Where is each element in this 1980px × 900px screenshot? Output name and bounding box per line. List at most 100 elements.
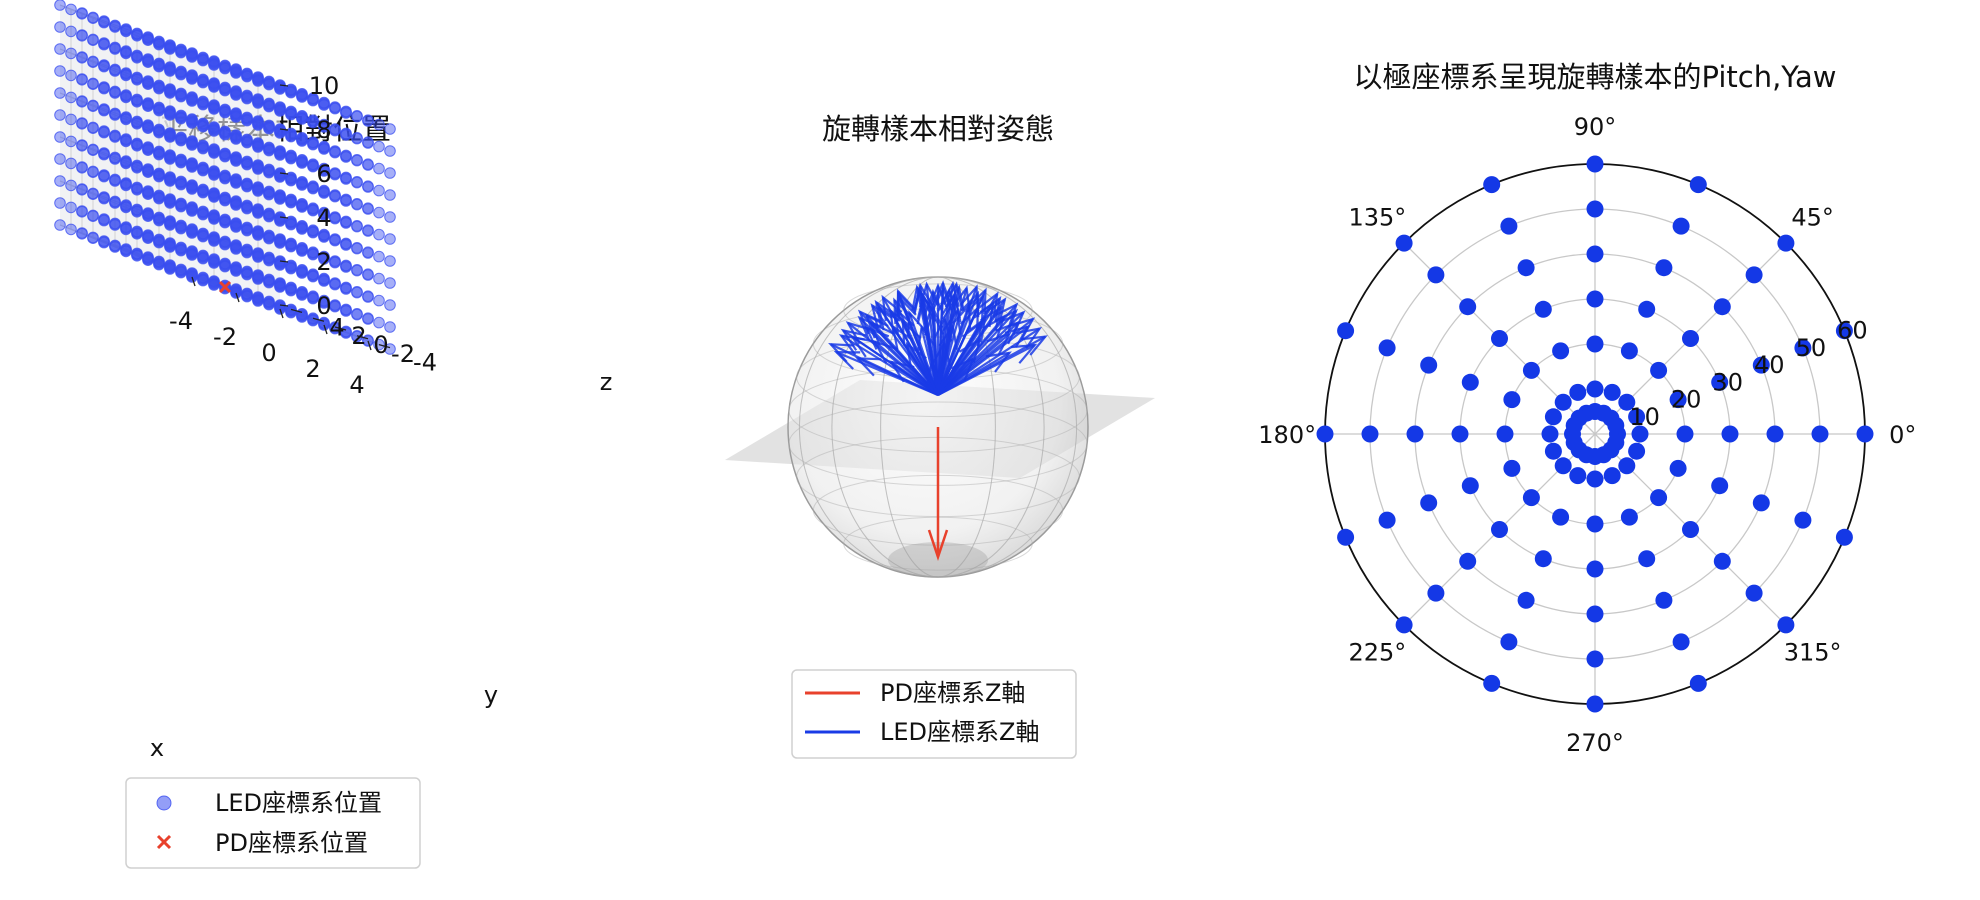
led-position-point [208, 81, 220, 93]
polar-point [1835, 528, 1853, 546]
led-position-point [87, 144, 99, 156]
polar-point [1638, 550, 1656, 568]
polar-point [1620, 508, 1638, 526]
led-position-point [373, 228, 385, 241]
led-position-point [142, 34, 154, 47]
led-position-point [340, 107, 352, 119]
led-position-point [54, 153, 66, 165]
led-position-point [197, 76, 209, 89]
led-position-point [175, 266, 187, 279]
led-position-point [219, 216, 231, 229]
led-position-point [98, 104, 110, 117]
polar-point [1554, 393, 1572, 411]
led-position-point [329, 190, 341, 203]
led-position-point [87, 210, 99, 222]
led-position-point [131, 74, 143, 86]
led-position-point [351, 264, 363, 277]
polar-point [1569, 383, 1587, 401]
led-position-point [197, 252, 209, 265]
led-position-point [263, 166, 275, 179]
led-position-point [329, 234, 341, 247]
polar-point [1427, 584, 1445, 602]
x-tick-label: 4 [349, 371, 364, 399]
polar-point [1378, 511, 1396, 529]
led-position-point [252, 295, 264, 307]
z-tick-label: 2 [316, 248, 331, 276]
led-position-point [252, 97, 264, 109]
led-position-point [87, 34, 99, 47]
led-position-point [197, 230, 209, 243]
polar-point [1544, 442, 1562, 460]
led-position-point [54, 131, 66, 143]
led-position-point [351, 308, 363, 321]
led-position-point [362, 203, 374, 215]
led-position-point [164, 241, 176, 253]
led-position-point [340, 195, 352, 207]
led-position-point [263, 298, 275, 311]
led-position-point [65, 135, 77, 148]
polar-radial-label: 10 [1629, 403, 1660, 431]
led-position-point [285, 196, 297, 209]
polar-point [1638, 300, 1656, 318]
led-position-point [76, 8, 88, 20]
led-position-point [142, 166, 154, 178]
led-position-point [164, 131, 176, 143]
led-position-point [54, 109, 66, 121]
y-tick-label: 4 [329, 313, 344, 341]
led-position-point [230, 221, 242, 233]
polar-point [1650, 361, 1668, 379]
led-position-point [351, 110, 363, 123]
led-position-point [373, 206, 385, 219]
led-position-point [120, 135, 132, 148]
led-position-point [208, 191, 220, 203]
led-position-point [120, 179, 132, 192]
led-position-point [54, 197, 66, 209]
led-position-point [208, 169, 220, 181]
led-position-point [285, 130, 297, 143]
led-position-point [208, 257, 220, 269]
led-position-point [131, 140, 143, 152]
led-position-point [241, 70, 253, 83]
led-position-point [296, 311, 308, 323]
x-tick-label: 0 [261, 339, 276, 367]
led-position-point [175, 68, 187, 81]
led-position-point [351, 220, 363, 233]
led-position-point [373, 272, 385, 285]
polar-point [1650, 489, 1668, 507]
led-position-point [87, 100, 99, 112]
led-position-point [340, 173, 352, 185]
polar-point [1459, 298, 1477, 316]
led-position-point [296, 201, 308, 213]
led-position-point [186, 205, 198, 217]
led-position-point [219, 106, 231, 119]
led-position-point [98, 170, 110, 183]
led-position-point [98, 126, 110, 139]
led-position-point [197, 54, 209, 67]
led-position-point [252, 185, 264, 197]
led-position-point [230, 133, 242, 145]
led-position-point [98, 16, 110, 29]
led-position-point [186, 183, 198, 195]
polar-point [1461, 373, 1479, 391]
polar-point [1451, 425, 1469, 443]
led-position-point [142, 122, 154, 134]
led-position-point [87, 122, 99, 134]
led-position-point [153, 258, 165, 271]
polar-point [1586, 650, 1604, 668]
led-position-point [175, 178, 187, 191]
polar-point [1672, 633, 1690, 651]
led-position-point [186, 95, 198, 107]
polar-point [1777, 234, 1795, 252]
led-position-point [76, 140, 88, 152]
led-position-point [296, 135, 308, 147]
polar-point [1713, 552, 1731, 570]
led-position-point [120, 47, 132, 60]
led-position-point [131, 118, 143, 130]
polar-point [1503, 459, 1521, 477]
led-position-point [164, 175, 176, 187]
led-position-point [230, 155, 242, 167]
led-position-point [208, 103, 220, 115]
polar-point [1378, 339, 1396, 357]
led-position-point [252, 207, 264, 219]
led-position-point [98, 214, 110, 227]
